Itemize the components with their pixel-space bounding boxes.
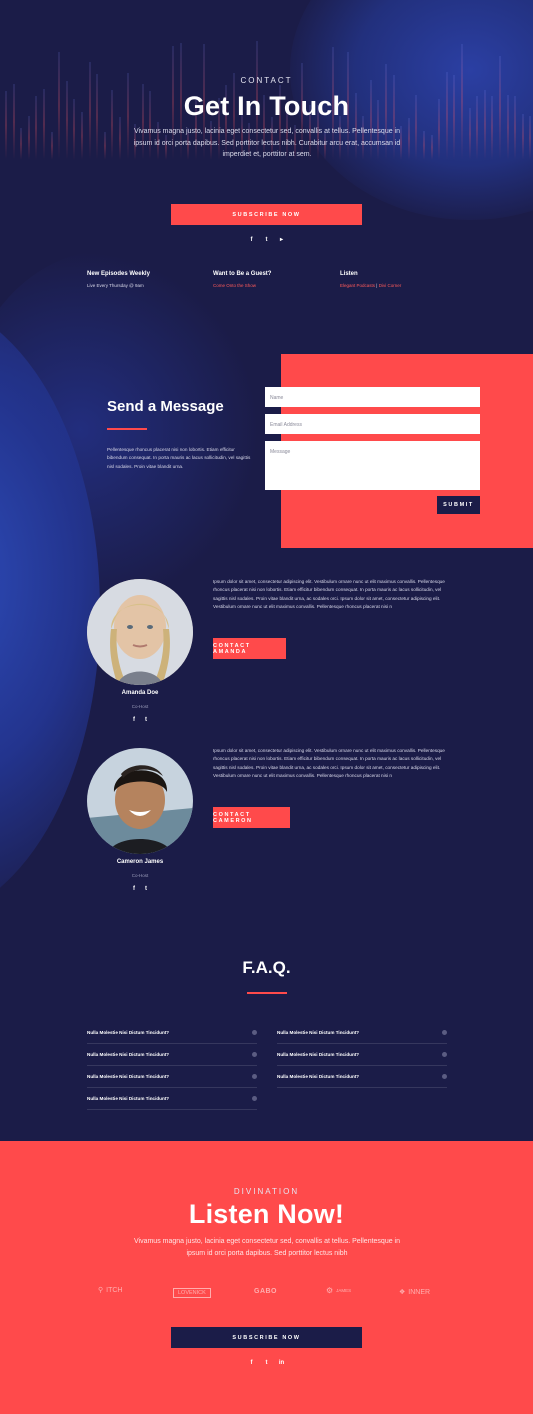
diamond-icon: ❖ — [399, 1289, 406, 1296]
logo-text: JAMES — [336, 1288, 352, 1293]
faq-item[interactable]: Nulla Molestie Nisi Dictum Tincidunt? — [87, 1066, 257, 1088]
listen-section — [0, 1141, 533, 1414]
audio-bar — [27, 115, 30, 160]
logo-text: ITCH — [106, 1286, 123, 1294]
expand-icon — [252, 1074, 257, 1079]
audio-bar — [423, 130, 425, 160]
hero-eyebrow: CONTACT — [240, 76, 293, 85]
info-column-episodes: New Episodes Weekly Live Every Thursday … — [87, 271, 197, 288]
logo-text: INNER — [408, 1288, 431, 1296]
info-column-guest: Want to Be a Guest? Come Onto the Show — [213, 271, 323, 288]
twitter-icon[interactable]: t — [264, 237, 270, 243]
faq-item[interactable]: Nulla Molestie Nisi Dictum Tincidunt? — [277, 1044, 447, 1066]
audio-bar — [407, 117, 410, 160]
host-name: Cameron James — [116, 859, 164, 865]
logo-text: GABO — [254, 1288, 277, 1295]
cameron-portrait — [87, 748, 193, 854]
listen-eyebrow: DIVINATION — [233, 1187, 300, 1196]
info-column-listen: Listen Elegant Podcasts | Divi Corner — [340, 271, 450, 288]
expand-icon — [442, 1052, 447, 1057]
gear-icon: ⚙ — [326, 1286, 334, 1295]
logo-james: ⚙ JAMES — [326, 1286, 351, 1295]
faq-question: Nulla Molestie Nisi Dictum Tincidunt? — [87, 1030, 170, 1035]
faq-item[interactable]: Nulla Molestie Nisi Dictum Tincidunt? — [87, 1088, 257, 1110]
host-social-links: f t — [87, 886, 193, 892]
facebook-icon[interactable]: f — [131, 886, 137, 892]
subscribe-button[interactable]: SUBSCRIBE NOW — [171, 204, 362, 225]
linkedin-icon[interactable]: in — [279, 1360, 285, 1366]
logo-inner: ❖ INNER — [399, 1288, 431, 1297]
logo-gabo: GABO — [254, 1288, 277, 1295]
logo-lovenick: LOVENICK — [173, 1288, 211, 1298]
expand-icon — [252, 1030, 257, 1035]
host-bio: Ipsum dolor sit amet, consectetur adipis… — [213, 579, 445, 609]
message-title: Send a Message — [107, 398, 224, 415]
faq-question: Nulla Molestie Nisi Dictum Tincidunt? — [277, 1030, 360, 1035]
avatar-cameron — [87, 748, 193, 854]
link-separator: | — [376, 283, 378, 288]
message-text: Pellentesque rhoncus placerat nisi non l… — [107, 447, 251, 469]
faq-item[interactable]: Nulla Molestie Nisi Dictum Tincidunt? — [277, 1066, 447, 1088]
host-name: Amanda Doe — [121, 690, 159, 696]
info-title: New Episodes Weekly — [87, 271, 150, 277]
twitter-icon[interactable]: t — [143, 717, 149, 723]
faq-question: Nulla Molestie Nisi Dictum Tincidunt? — [277, 1052, 360, 1057]
logo-text: LOVENICK — [178, 1290, 206, 1296]
faq-question: Nulla Molestie Nisi Dictum Tincidunt? — [87, 1096, 170, 1101]
info-links: Elegant Podcasts | Divi Corner — [340, 283, 450, 288]
host-role: Co-Host — [131, 704, 149, 709]
audio-bar — [529, 116, 532, 160]
facebook-icon[interactable]: f — [249, 1360, 255, 1366]
listen-text: Vivamus magna justo, lacinia eget consec… — [133, 1238, 401, 1257]
host-social-links: f t — [87, 717, 193, 723]
listen-title: Listen Now! — [188, 1199, 345, 1229]
contact-amanda-button[interactable]: CONTACT AMANDA — [213, 638, 286, 659]
faq-item[interactable]: Nulla Molestie Nisi Dictum Tincidunt? — [87, 1022, 257, 1044]
expand-icon — [442, 1030, 447, 1035]
host-bio: Ipsum dolor sit amet, consectetur adipis… — [213, 748, 445, 778]
audio-bar — [119, 116, 121, 160]
faq-item[interactable]: Nulla Molestie Nisi Dictum Tincidunt? — [87, 1044, 257, 1066]
hero-title: Get In Touch — [183, 91, 350, 121]
faq-item[interactable]: Nulla Molestie Nisi Dictum Tincidunt? — [277, 1022, 447, 1044]
faq-underline — [247, 992, 287, 994]
contact-cameron-button[interactable]: CONTACT CAMERON — [213, 807, 290, 828]
name-field[interactable]: Name — [265, 387, 480, 407]
audio-bar — [103, 132, 106, 160]
pin-icon: ⚲ — [98, 1287, 104, 1294]
youtube-icon[interactable]: ▸ — [279, 237, 285, 243]
message-field[interactable]: Message — [265, 441, 480, 490]
amanda-portrait — [87, 579, 193, 685]
logo-itch: ⚲ ITCH — [98, 1286, 123, 1295]
audio-bar — [20, 128, 23, 160]
faq-title: F.A.Q. — [242, 958, 291, 977]
info-title: Want to Be a Guest? — [213, 271, 272, 277]
twitter-icon[interactable]: t — [264, 1360, 270, 1366]
submit-button[interactable]: SUBMIT — [437, 496, 480, 514]
email-field[interactable]: Email Address — [265, 414, 480, 434]
facebook-icon[interactable]: f — [249, 237, 255, 243]
faq-question: Nulla Molestie Nisi Dictum Tincidunt? — [277, 1074, 360, 1079]
info-link[interactable]: Come Onto the Show — [213, 283, 323, 288]
expand-icon — [252, 1052, 257, 1057]
audio-bar — [430, 135, 433, 160]
title-underline — [107, 428, 147, 430]
host-role: Co-Host — [131, 873, 149, 878]
listen-subscribe-button[interactable]: SUBSCRIBE NOW — [171, 1327, 362, 1348]
hero-text: Vivamus magna justo, lacinia eget consec… — [133, 128, 401, 158]
faq-question: Nulla Molestie Nisi Dictum Tincidunt? — [87, 1052, 170, 1057]
avatar-amanda — [87, 579, 193, 685]
hero-social-links: f t ▸ — [0, 237, 533, 243]
faq-question: Nulla Molestie Nisi Dictum Tincidunt? — [87, 1074, 170, 1079]
twitter-icon[interactable]: t — [143, 886, 149, 892]
divi-corner-link[interactable]: Divi Corner — [379, 283, 402, 288]
expand-icon — [442, 1074, 447, 1079]
audio-bar — [50, 132, 53, 160]
listen-social-links: f t in — [0, 1360, 533, 1366]
elegant-podcasts-link[interactable]: Elegant Podcasts — [340, 283, 375, 288]
info-text: Live Every Thursday @ 9am — [87, 283, 144, 288]
info-title: Listen — [340, 271, 358, 277]
facebook-icon[interactable]: f — [131, 717, 137, 723]
expand-icon — [252, 1096, 257, 1101]
